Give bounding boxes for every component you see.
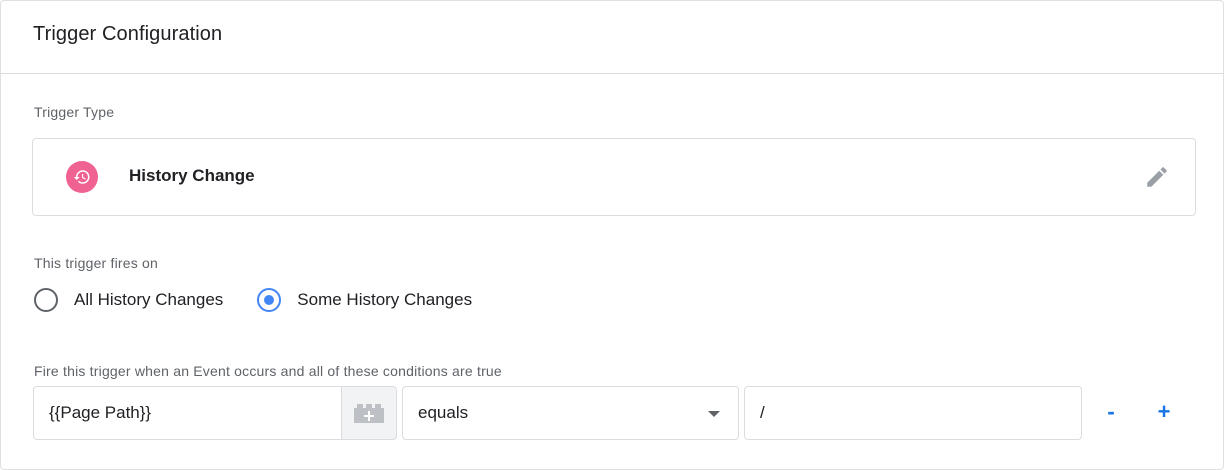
variable-input[interactable]: {{Page Path}} — [33, 386, 343, 440]
remove-condition-button[interactable]: - — [1096, 398, 1126, 428]
condition-value: / — [760, 403, 765, 422]
radio-some-history-changes[interactable]: Some History Changes — [257, 288, 472, 312]
card-title: Trigger Configuration — [33, 23, 223, 45]
radio-label: All History Changes — [74, 290, 224, 309]
condition-value-input[interactable]: / — [744, 386, 1082, 440]
radio-unchecked-icon[interactable] — [34, 288, 58, 312]
variable-value: {{Page Path}} — [49, 403, 152, 422]
pencil-icon[interactable] — [1143, 163, 1171, 191]
operator-select[interactable]: equals — [402, 386, 739, 440]
trigger-configuration-card: Trigger Configuration Trigger Type Histo… — [0, 0, 1224, 470]
fires-on-label: This trigger fires on — [34, 255, 159, 271]
variable-picker-icon — [354, 404, 384, 423]
trigger-type-selector[interactable]: History Change — [32, 138, 1196, 216]
dropdown-arrow-icon — [708, 411, 720, 417]
header-divider — [1, 73, 1223, 74]
insert-variable-button[interactable] — [341, 386, 397, 440]
fires-on-radio-group: All History Changes Some History Changes — [34, 288, 506, 312]
operator-value: equals — [418, 403, 469, 422]
trigger-type-label: Trigger Type — [34, 104, 115, 120]
history-icon — [66, 161, 98, 193]
radio-label: Some History Changes — [297, 290, 473, 309]
radio-checked-icon[interactable] — [257, 288, 282, 312]
conditions-label: Fire this trigger when an Event occurs a… — [34, 363, 502, 379]
add-condition-button[interactable]: + — [1149, 398, 1179, 428]
radio-all-history-changes[interactable]: All History Changes — [34, 288, 223, 312]
trigger-type-name: History Change — [129, 166, 255, 185]
